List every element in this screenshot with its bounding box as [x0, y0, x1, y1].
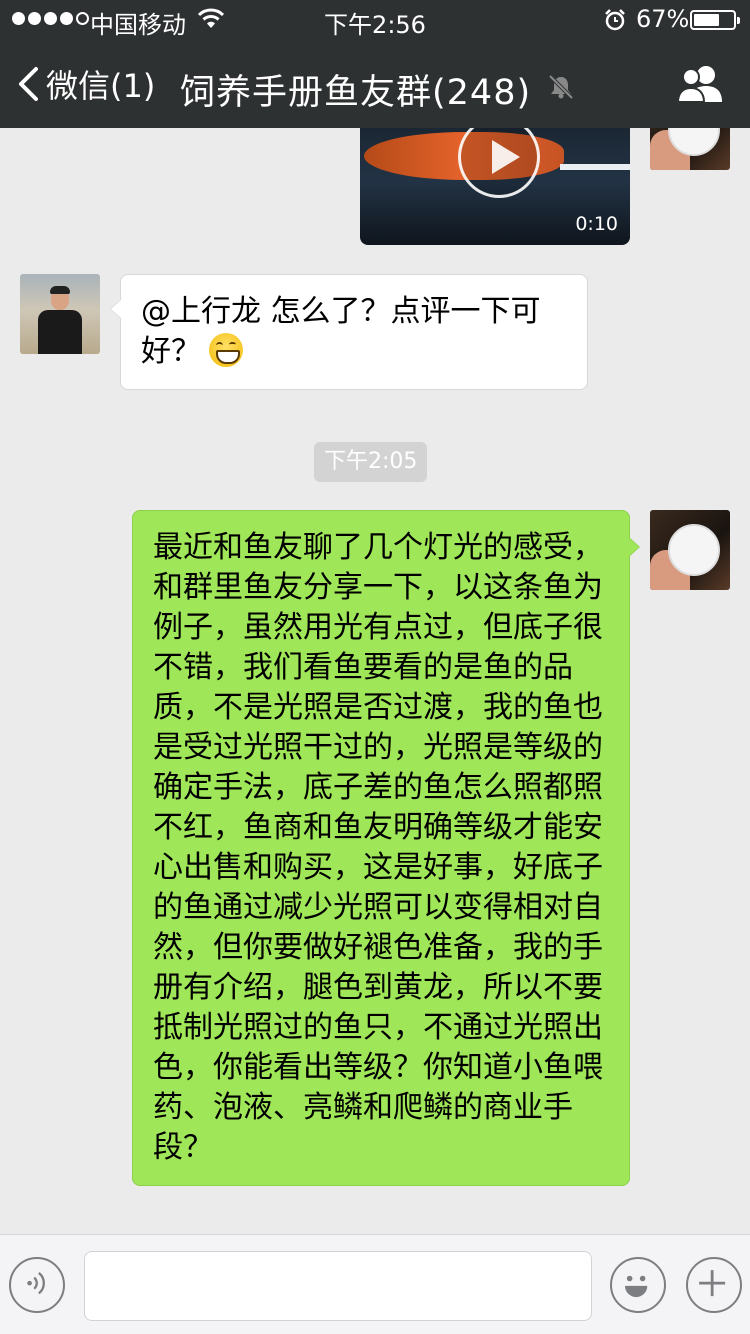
input-bar: [0, 1234, 750, 1334]
avatar-hair: [50, 286, 70, 294]
video-thumbnail-light: [560, 164, 630, 170]
video-message[interactable]: 0:10: [360, 128, 630, 245]
back-button[interactable]: 微信(1): [16, 58, 155, 110]
status-bar: 中国移动 下午2:56 67%: [0, 0, 750, 40]
plus-button[interactable]: [686, 1257, 742, 1313]
mute-icon: [548, 74, 574, 100]
play-icon[interactable]: [458, 128, 540, 198]
grinning-face-emoji-icon: [209, 333, 243, 367]
battery-nub: [737, 17, 740, 24]
timestamp-label: 下午2:05: [314, 442, 428, 482]
battery-icon: [690, 10, 740, 30]
message-bubble-left[interactable]: @上行龙 怎么了？点评一下可好？: [110, 274, 588, 390]
avatar-member[interactable]: [20, 274, 100, 354]
group-members-icon[interactable]: [676, 64, 726, 104]
battery-fill: [694, 14, 719, 26]
back-label: 微信(1): [46, 67, 156, 105]
chat-area[interactable]: 0:10 @上行龙 怎么了？点评一下可好？ 下午2:05 最近和鱼友聊了几个灯光…: [0, 128, 750, 1234]
message-text: 最近和鱼友聊了几个灯光的感受，和群里鱼友分享一下，以这条鱼为例子，虽然用光有点过…: [153, 530, 603, 1165]
video-duration: 0:10: [575, 213, 618, 235]
battery-percent: 67%: [636, 5, 690, 33]
avatar-badge: [668, 524, 720, 576]
emoji-icon: [625, 1275, 648, 1298]
avatar-self[interactable]: [650, 510, 730, 590]
avatar-body: [38, 310, 82, 354]
message-text: @上行龙 怎么了？点评一下可好？: [141, 294, 541, 369]
emoji-button[interactable]: [610, 1257, 666, 1313]
plus-icon: [699, 1270, 726, 1297]
alarm-clock-icon: [605, 9, 625, 31]
message-input[interactable]: [84, 1251, 592, 1321]
nav-bar: 微信(1) 饲养手册鱼友群(248): [0, 40, 750, 128]
voice-icon: [27, 1272, 45, 1295]
chevron-left-icon: [19, 67, 38, 101]
avatar-self[interactable]: [650, 128, 730, 170]
chat-title: 饲养手册鱼友群(248): [180, 73, 532, 113]
message-bubble-right[interactable]: 最近和鱼友聊了几个灯光的感受，和群里鱼友分享一下，以这条鱼为例子，虽然用光有点过…: [132, 510, 640, 1186]
voice-button[interactable]: [9, 1257, 65, 1313]
